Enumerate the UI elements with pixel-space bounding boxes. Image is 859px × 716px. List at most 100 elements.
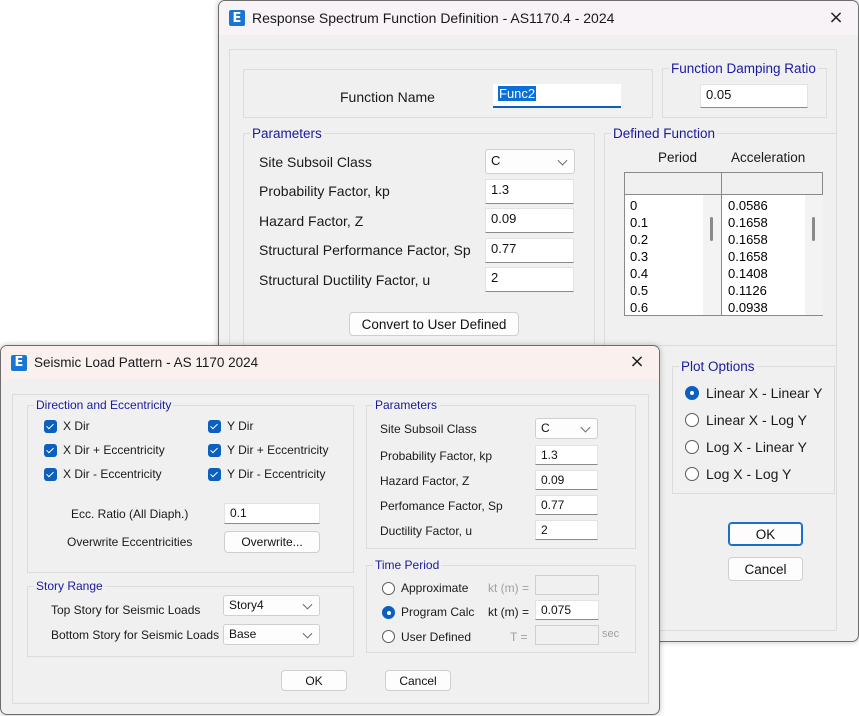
site-subsoil-value: C [541,421,550,435]
probability-factor-input[interactable]: 1.3 [485,179,574,204]
linear-x-log-y-radio[interactable] [685,413,699,427]
acceleration-entry-field[interactable] [722,172,823,194]
convert-to-user-defined-button[interactable]: Convert to User Defined [349,312,519,336]
chevron-down-icon [302,599,313,610]
approximate-radio[interactable] [382,582,395,595]
period-list[interactable]: 0 0.1 0.2 0.3 0.4 0.5 0.6 [625,195,722,315]
period-entry-field[interactable] [624,172,722,194]
time-period-label: Time Period [375,558,440,572]
window-title: Seismic Load Pattern - AS 1170 2024 [34,355,259,370]
chevron-down-icon [302,628,313,639]
user-defined-t-input[interactable] [535,625,599,645]
ductility-factor-label: Structural Ductility Factor, u [259,272,431,288]
y-dir-plus-ecc-label[interactable]: Y Dir + Eccentricity [227,443,328,457]
x-dir-checkbox[interactable] [44,420,57,433]
acceleration-scrollbar[interactable] [805,195,823,315]
ok-button[interactable]: OK [281,670,347,691]
top-story-select[interactable]: Story4 [223,595,320,616]
y-dir-checkbox[interactable] [208,420,221,433]
approximate-kt-label: kt (m) = [488,581,529,595]
x-dir-minus-ecc-checkbox[interactable] [44,468,57,481]
window-title: Response Spectrum Function Definition - … [252,10,615,26]
overwrite-eccentricities-label: Overwrite Eccentricities [67,535,193,549]
linear-x-linear-y-radio[interactable] [685,386,699,400]
performance-factor-input[interactable]: 0.77 [535,495,598,515]
ok-button[interactable]: OK [728,522,803,546]
cancel-button[interactable]: Cancel [728,557,803,581]
site-subsoil-select[interactable]: C [485,149,575,174]
top-story-value: Story4 [229,598,264,612]
ecc-ratio-label: Ecc. Ratio (All Diaph.) [71,507,189,521]
direction-eccentricity-label: Direction and Eccentricity [36,398,172,412]
program-calc-label[interactable]: Program Calc [401,605,474,619]
x-dir-plus-ecc-label[interactable]: X Dir + Eccentricity [63,443,165,457]
period-column-header: Period [658,150,698,165]
defined-function-table[interactable]: 0 0.1 0.2 0.3 0.4 0.5 0.6 0.0586 0.1658 … [624,194,823,316]
user-defined-radio[interactable] [382,630,395,643]
title-bar: E Seismic Load Pattern - AS 1170 2024 × [1,346,659,379]
chevron-down-icon [580,422,591,433]
hazard-factor-input[interactable]: 0.09 [535,470,598,490]
program-calc-kt-input[interactable]: 0.075 [535,600,599,620]
acceleration-column-header: Acceleration [731,150,806,165]
etabs-app-icon: E [11,354,27,371]
performance-factor-label: Perfomance Factor, Sp [380,499,503,513]
site-subsoil-label: Site Subsoil Class [380,422,477,436]
user-defined-t-label: T = [510,630,528,644]
log-x-linear-y-radio[interactable] [685,440,699,454]
ductility-factor-input[interactable]: 2 [485,267,574,292]
x-dir-label[interactable]: X Dir [63,419,90,433]
log-x-log-y-label[interactable]: Log X - Log Y [706,466,791,482]
hazard-factor-label: Hazard Factor, Z [259,213,364,229]
y-dir-plus-ecc-checkbox[interactable] [208,444,221,457]
close-icon[interactable]: × [826,8,846,28]
hazard-factor-label: Hazard Factor, Z [380,474,470,488]
approximate-kt-input[interactable] [535,575,599,595]
close-icon[interactable]: × [627,352,647,372]
overwrite-button[interactable]: Overwrite... [224,531,320,553]
bottom-story-value: Base [229,627,257,641]
site-subsoil-select[interactable]: C [535,418,598,439]
y-dir-minus-ecc-checkbox[interactable] [208,468,221,481]
story-range-group: Story Range [27,579,354,657]
hazard-factor-input[interactable]: 0.09 [485,208,574,233]
site-subsoil-label: Site Subsoil Class [259,154,372,170]
approximate-label[interactable]: Approximate [401,581,468,595]
parameters-group-label: Parameters [375,398,438,412]
bottom-story-select[interactable]: Base [223,624,320,645]
user-defined-label[interactable]: User Defined [401,630,471,644]
parameters-group-label: Parameters [252,126,322,141]
chevron-down-icon [557,155,568,166]
probability-factor-label: Probability Factor, kp [380,449,493,463]
y-dir-label[interactable]: Y Dir [227,419,253,433]
function-name-label: Function Name [340,89,435,105]
cancel-button[interactable]: Cancel [385,670,451,691]
linear-x-log-y-label[interactable]: Linear X - Log Y [706,412,807,428]
function-name-input[interactable]: Func2 [493,84,621,108]
period-scrollbar[interactable] [703,195,721,315]
function-name-value: Func2 [498,86,537,101]
story-range-label: Story Range [36,579,103,593]
title-bar: E Response Spectrum Function Definition … [219,1,858,35]
acceleration-list[interactable]: 0.0586 0.1658 0.1658 0.1658 0.1408 0.112… [723,195,823,315]
damping-input[interactable]: 0.05 [700,84,808,108]
linear-x-linear-y-label[interactable]: Linear X - Linear Y [706,385,822,401]
acceleration-scrollbar-thumb[interactable] [812,217,815,241]
probability-factor-input[interactable]: 1.3 [535,445,598,465]
program-calc-radio[interactable] [382,606,395,619]
ductility-factor-input[interactable]: 2 [535,520,598,540]
damping-group-label: Function Damping Ratio [671,61,816,76]
ductility-factor-label: Ductility Factor, u [380,524,473,538]
performance-factor-label: Structural Performance Factor, Sp [259,242,471,258]
sec-unit-label: sec [602,628,620,640]
ecc-ratio-input[interactable]: 0.1 [224,503,320,524]
x-dir-minus-ecc-label[interactable]: X Dir - Eccentricity [63,467,162,481]
log-x-linear-y-label[interactable]: Log X - Linear Y [706,439,807,455]
program-calc-kt-label: kt (m) = [488,605,529,619]
y-dir-minus-ecc-label[interactable]: Y Dir - Eccentricity [227,467,325,481]
log-x-log-y-radio[interactable] [685,467,699,481]
x-dir-plus-ecc-checkbox[interactable] [44,444,57,457]
performance-factor-input[interactable]: 0.77 [485,238,574,263]
period-scrollbar-thumb[interactable] [710,217,713,241]
plot-options-group-label: Plot Options [681,359,755,374]
